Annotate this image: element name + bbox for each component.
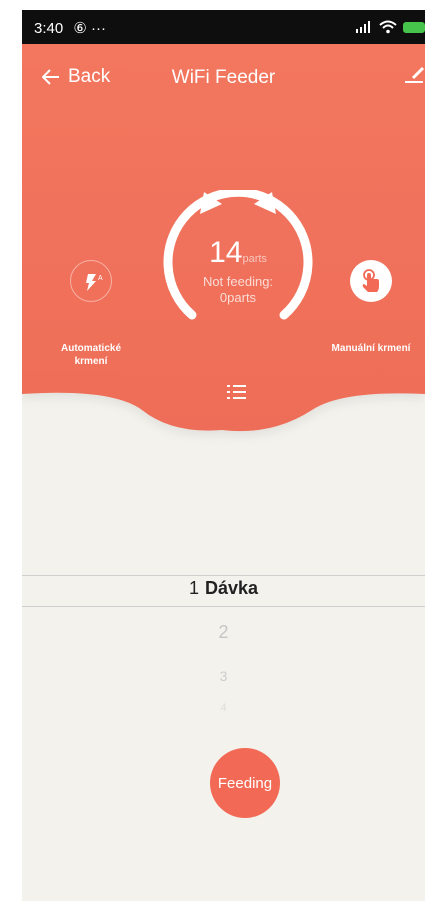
clock: 3:40	[34, 20, 64, 37]
feeder-panel: Back WiFi Feeder 14parts Not feeding: 0p…	[22, 44, 425, 444]
wifi-icon	[379, 20, 397, 34]
notification-icons: ⑥ ···	[73, 20, 106, 37]
feeding-button[interactable]: Feeding	[210, 748, 280, 818]
status-time: 3:40 ⑥ ···	[34, 19, 106, 37]
status-bar: 3:40 ⑥ ···	[22, 10, 425, 44]
picker-item[interactable]: 3	[22, 668, 425, 684]
picker-item[interactable]: 4	[22, 702, 425, 714]
page-title: WiFi Feeder	[171, 67, 276, 88]
count-value: 14	[209, 236, 243, 269]
app-screen: 3:40 ⑥ ··· Back WiFi Feeder 14parts Not …	[22, 10, 425, 901]
picker-selected-label: Dávka	[204, 578, 259, 598]
auto-feed-label: Automatické krmení	[60, 343, 121, 367]
svg-text:A: A	[98, 275, 103, 282]
signal-icon	[356, 21, 370, 33]
manual-feed-label: Manuální krmení	[331, 343, 411, 354]
picker-top-line	[22, 575, 425, 576]
edit-icon[interactable]	[401, 62, 425, 86]
picker-bottom-line	[22, 606, 425, 607]
list-icon[interactable]	[226, 382, 248, 402]
battery-icon	[403, 21, 425, 33]
portion-picker-selected[interactable]: 1 Dávka	[22, 578, 425, 599]
auto-feed-button[interactable]: A	[70, 260, 112, 302]
feeding-status: Not feeding: 0parts	[202, 274, 274, 305]
manual-feed-button[interactable]	[350, 260, 392, 302]
status-icons	[355, 19, 425, 35]
count-unit: parts	[242, 253, 267, 265]
picker-item[interactable]: 2	[22, 622, 425, 643]
food-count: 14parts	[162, 236, 314, 270]
auto-feed-icon: A	[86, 274, 103, 291]
hand-tap-icon	[362, 269, 379, 292]
picker-selected-value: 1	[188, 578, 199, 598]
